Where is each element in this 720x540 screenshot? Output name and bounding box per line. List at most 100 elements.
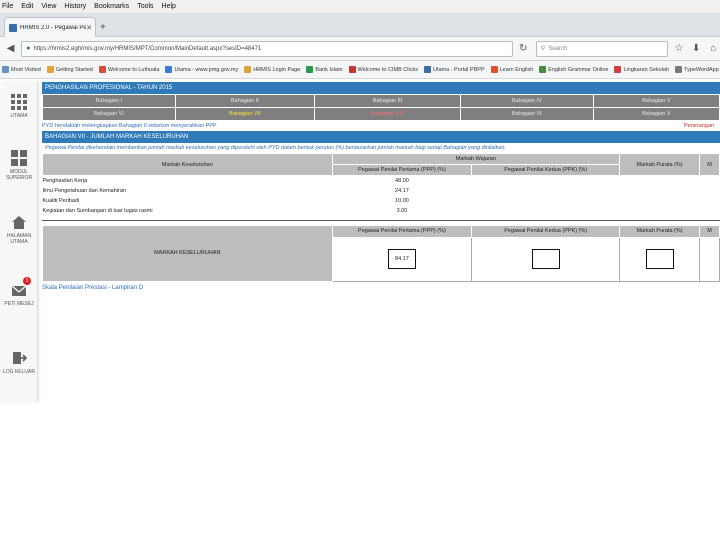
reload-icon[interactable]: ↻ (517, 42, 530, 56)
table-row: Kegiatan dan Sumbangan di luar tugas ras… (43, 206, 720, 216)
bookmark-icon (490, 66, 498, 73)
bookmark-item[interactable]: Learn English (490, 66, 534, 73)
sidebar-item-utama[interactable]: UTAMA (0, 94, 38, 119)
bookmark-label: Utama - Portal PBPP (432, 66, 485, 73)
bookmark-icon (2, 66, 9, 73)
nav-bahagian-5[interactable]: Bahagian V (592, 94, 720, 108)
new-tab-icon[interactable]: + (100, 22, 106, 33)
bookmark-label: Utama - www.pmg.gov.my (174, 66, 239, 73)
nav-bahagian-7[interactable]: Bahagian VII (174, 107, 316, 121)
close-tab-icon[interactable]: ✕ (86, 24, 92, 32)
summary-ppk-input[interactable] (531, 249, 560, 269)
row-ppp-value: 3.00 (396, 207, 408, 214)
bookmark-label: Getting Started (55, 66, 93, 73)
bookmark-label: Bank Islam (315, 66, 343, 73)
bookmark-item[interactable]: HRMIS Login Page (244, 66, 300, 73)
page-header: PENGHASILAN PROFESIONAL - TAHUN 2015 (42, 82, 720, 94)
bookmark-icon (348, 66, 356, 73)
back-icon[interactable]: ◀ (4, 42, 17, 56)
nav-bahagian-10[interactable]: Bahagian X (592, 107, 720, 121)
nav-bahagian-3[interactable]: Bahagian III (314, 94, 461, 108)
url-bar[interactable]: ● https://hrmis2.eghrmis.gov.my/HRMIS/MP… (21, 40, 513, 57)
summary-purata-input[interactable] (645, 249, 674, 269)
menu-item-bookmarks[interactable]: Bookmarks (94, 3, 129, 10)
bookmark-item[interactable]: Utama - Portal PBPP (423, 66, 485, 73)
bookmark-item[interactable]: Most Visited (2, 66, 41, 73)
bookmark-icon (539, 66, 547, 73)
nav-bahagian-6[interactable]: Bahagian VI (42, 107, 176, 121)
menu-item-history[interactable]: History (64, 3, 86, 10)
bookmark-item[interactable]: Utama - www.pmg.gov.my (165, 66, 238, 73)
nav-bahagian-2[interactable]: Bahagian II (174, 94, 316, 108)
instruction-note: PYD hendaklah melengkapkan Bahagian II s… (42, 123, 217, 129)
row-label: Kegiatan dan Sumbangan di luar tugas ras… (42, 207, 153, 214)
bookmark-icon (306, 66, 314, 73)
bookmark-icon (165, 66, 173, 73)
summary-col-ppp: Pegawai Penilai Pertama (PPP) (%) (331, 224, 473, 238)
summary-ppp-input[interactable]: 84.17 (387, 249, 416, 269)
bookmark-label: Welcome to CIMB Clicks (357, 66, 418, 73)
search-input[interactable]: ⚲ Search (535, 40, 669, 57)
summary-label: MARKAH KESELURUHAN (42, 224, 333, 282)
browser-navbar: ◀ ● https://hrmis2.eghrmis.gov.my/HRMIS/… (0, 37, 720, 61)
row-label: Ilmu Pengetahuan dan Kemahiran (42, 187, 126, 194)
section-description: Pegawai Penilai dikehendaki memberikan j… (45, 145, 507, 151)
sidebar-item-peti-mesej[interactable]: 1 PETI MESEJ (0, 277, 38, 307)
sidebar-item-label: UTAMA (10, 113, 28, 119)
sidebar-item-halaman-utama[interactable]: HALAMAN UTAMA (0, 214, 38, 245)
bookmarks-bar: Most Visited Getting Started Welcome to Lu… (0, 61, 720, 79)
logout-icon (11, 350, 28, 366)
bookmark-icon (675, 66, 683, 73)
note-line: PYD hendaklah melengkapkan Bahagian II s… (42, 121, 720, 131)
nav-bahagian-1[interactable]: Bahagian I (42, 94, 176, 108)
bookmark-icon (423, 66, 431, 73)
star-icon[interactable]: ☆ (672, 42, 685, 56)
summary-table: MARKAH KESELURUHAN Pegawai Penilai Perta… (42, 224, 720, 282)
col-criteria: Markah Keseluruhan (42, 153, 333, 176)
sidebar-item-modul[interactable]: MODUL SUPERIOR (0, 150, 38, 181)
notification-badge: 1 (23, 277, 31, 285)
col-extra: M (699, 153, 720, 176)
sidebar-item-label: HALAMAN UTAMA (6, 233, 32, 245)
menu-item-view[interactable]: View (41, 3, 56, 10)
search-icon: ⚲ (540, 46, 546, 52)
bookmark-item[interactable]: Welcome to CIMB Clicks (348, 66, 418, 73)
bookmark-icon (244, 66, 252, 73)
nav-bahagian-4[interactable]: Bahagian IV (459, 94, 594, 108)
bookmark-item[interactable]: Getting Started (46, 66, 93, 73)
main-content: PENGHASILAN PROFESIONAL - TAHUN 2015 Bah… (42, 82, 720, 291)
col-ppk: Pegawai Penilai Kedua (PPK) (%) (471, 164, 621, 176)
nav-bahagian-9[interactable]: Bahagian IX (459, 107, 594, 121)
penerangan-link[interactable]: Penerangan (684, 123, 720, 129)
mail-icon: 1 (11, 277, 31, 298)
bookmark-item[interactable]: TypeWordApp (675, 66, 719, 73)
modules-icon (11, 150, 27, 166)
col-purata: Markah Purata (%) (619, 153, 700, 176)
tab-title: HRMIS 2.0 - Pegawai Pengur... (20, 24, 87, 31)
bookmark-item[interactable]: Bank Islam (306, 66, 343, 73)
col-ppp: Pegawai Penilai Pertama (PPP) (%) (331, 164, 473, 176)
col-weight: Markah Wajaran (331, 153, 621, 165)
table-row: Kualiti Peribadi 10.00 (43, 196, 720, 206)
divider (42, 219, 720, 221)
bookmark-label: HRMIS Login Page (253, 66, 301, 73)
menu-item-edit[interactable]: Edit (21, 3, 33, 10)
home-icon[interactable]: ⌂ (707, 42, 720, 56)
row-label: Penghasilan Kerja (42, 177, 88, 184)
app-sidebar: UTAMA MODUL SUPERIOR HALAMAN UTAMA 1 PET… (0, 82, 38, 402)
menu-item-tools[interactable]: Tools (137, 3, 153, 10)
bookmark-label: Most Visited (11, 66, 41, 73)
nav-bahagian-8[interactable]: Bahagian VIII (314, 107, 461, 121)
bookmark-icon (46, 66, 54, 73)
bookmark-item[interactable]: Welcome to Luthuala (98, 66, 159, 73)
bookmark-item[interactable]: Lingkaran Sekolah (614, 66, 669, 73)
menu-item-help[interactable]: Help (162, 3, 176, 10)
bookmark-label: Learn English (499, 66, 534, 73)
download-icon[interactable]: ⬇ (690, 42, 703, 56)
sidebar-item-label: PETI MESEJ (4, 301, 34, 307)
menu-item-file[interactable]: File (2, 3, 13, 10)
bookmark-item[interactable]: English Grammar Online (539, 66, 608, 73)
skala-penilaian-link[interactable]: Skala Penilaian Prestasi - Lampiran D (42, 285, 720, 291)
sidebar-item-log-keluar[interactable]: LOG KELUAR (0, 350, 38, 375)
browser-tab[interactable]: HRMIS 2.0 - Pegawai Pengur... ✕ (4, 17, 96, 37)
